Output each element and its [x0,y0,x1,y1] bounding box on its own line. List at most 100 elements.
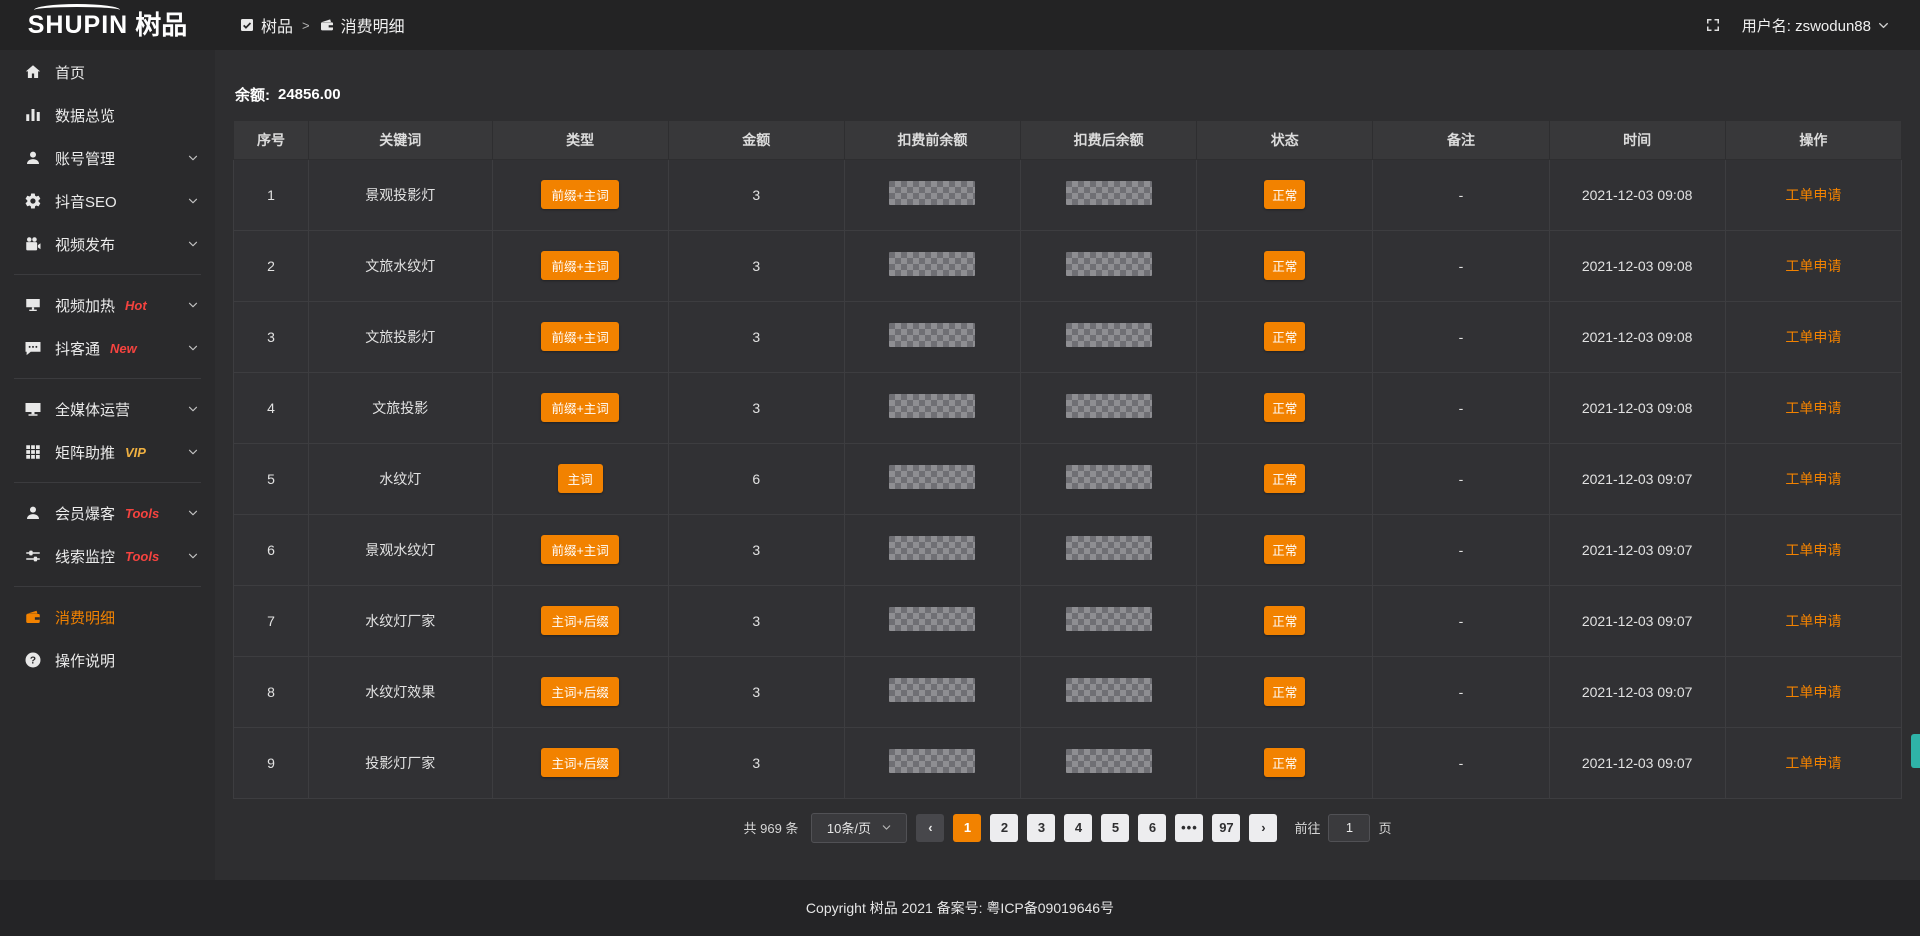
cell-action: 工单申请 [1725,301,1901,372]
work-order-link[interactable]: 工单申请 [1785,258,1841,274]
footer: Copyright 树品 2021 备案号: 粤ICP备09019646号 [0,880,1920,936]
cell-keyword: 景观水纹灯 [309,514,492,585]
work-order-link[interactable]: 工单申请 [1785,542,1841,558]
sidebar-item-home[interactable]: 首页 [0,52,215,92]
table-row: 8 水纹灯效果 主词+后缀 3 正常 - 2021-12-03 09:07 工单… [234,656,1902,727]
cell-balance-after [1021,443,1197,514]
sidebar-item-operation-guide[interactable]: ? 操作说明 [0,640,215,680]
sidebar-item-video-publish[interactable]: 视频发布 [0,224,215,264]
table-row: 7 水纹灯厂家 主词+后缀 3 正常 - 2021-12-03 09:07 工单… [234,585,1902,656]
column-header: 状态 [1197,121,1373,159]
redacted-balance-before [889,252,975,276]
sidebar-item-label: 消费明细 [55,607,115,628]
next-page-button[interactable]: › [1249,814,1277,842]
cell-amount: 3 [668,514,844,585]
wallet-icon [24,608,42,626]
cell-type: 主词+后缀 [492,585,668,656]
sidebar-item-label: 抖音SEO [55,191,117,212]
username-label: 用户名: zswodun88 [1742,15,1871,36]
work-order-link[interactable]: 工单申请 [1785,471,1841,487]
cell-remark: - [1373,372,1549,443]
table-row: 4 文旅投影 前缀+主词 3 正常 - 2021-12-03 09:08 工单申… [234,372,1902,443]
work-order-link[interactable]: 工单申请 [1785,613,1841,629]
redacted-balance-before [889,678,975,702]
sidebar-item-tag: Tools [125,549,159,564]
sidebar-item-tag: VIP [125,445,146,460]
sidebar-item-label: 会员爆客 [55,503,115,524]
type-badge: 前缀+主词 [541,322,618,351]
page-button-5[interactable]: 5 [1101,814,1129,842]
grid-icon [24,443,42,461]
redacted-balance-after [1066,749,1152,773]
user-icon [24,149,42,167]
page-button-3[interactable]: 3 [1027,814,1055,842]
work-order-link[interactable]: 工单申请 [1785,329,1841,345]
screen-icon [24,296,42,314]
sidebar-divider [14,482,201,483]
work-order-link[interactable]: 工单申请 [1785,187,1841,203]
page-size-value: 10条/页 [827,818,871,837]
topbar: SHUPIN 树品 树品 > 消费明细 用户名: zswodun88 [0,0,1920,50]
sidebar: 首页 数据总览 账号管理 抖音SEO 视频发布 视频加热 Hot 抖客通 New… [0,50,215,936]
breadcrumb-item-current[interactable]: 消费明细 [319,13,405,37]
table-row: 1 景观投影灯 前缀+主词 3 正常 - 2021-12-03 09:08 工单… [234,159,1902,230]
sidebar-divider [14,378,201,379]
cell-balance-after [1021,230,1197,301]
prev-page-button[interactable]: ‹ [916,814,944,842]
work-order-link[interactable]: 工单申请 [1785,400,1841,416]
sidebar-item-label: 视频发布 [55,234,115,255]
cell-status: 正常 [1197,443,1373,514]
cell-status: 正常 [1197,230,1373,301]
app-square-icon [239,17,255,33]
table-row: 5 水纹灯 主词 6 正常 - 2021-12-03 09:07 工单申请 [234,443,1902,514]
more-pages-button[interactable]: ••• [1175,814,1203,842]
breadcrumb-item-home[interactable]: 树品 [239,13,293,37]
app-logo[interactable]: SHUPIN 树品 [0,12,215,38]
status-badge: 正常 [1264,606,1305,635]
cell-time: 2021-12-03 09:08 [1549,230,1725,301]
page-button-6[interactable]: 6 [1138,814,1166,842]
monitor-icon [24,400,42,418]
fullscreen-icon[interactable] [1704,16,1722,34]
redacted-balance-after [1066,323,1152,347]
cell-balance-before [844,727,1020,798]
sidebar-item-douketong[interactable]: 抖客通 New [0,328,215,368]
page-button-2[interactable]: 2 [990,814,1018,842]
work-order-link[interactable]: 工单申请 [1785,684,1841,700]
table-row: 3 文旅投影灯 前缀+主词 3 正常 - 2021-12-03 09:08 工单… [234,301,1902,372]
sidebar-menu: 首页 数据总览 账号管理 抖音SEO 视频发布 视频加热 Hot 抖客通 New… [0,52,215,680]
page-button-97[interactable]: 97 [1212,814,1240,842]
sidebar-item-douyin-seo[interactable]: 抖音SEO [0,181,215,221]
sidebar-item-consumption-details[interactable]: 消费明细 [0,597,215,637]
sidebar-item-lead-monitoring[interactable]: 线索监控 Tools [0,536,215,576]
cell-amount: 3 [668,230,844,301]
status-badge: 正常 [1264,180,1305,209]
consumption-table: 序号关键词类型金额扣费前余额扣费后余额状态备注时间操作 1 景观投影灯 前缀+主… [233,121,1902,799]
column-header: 序号 [234,121,309,159]
cell-amount: 3 [668,727,844,798]
chevron-down-icon [187,299,199,311]
page-button-4[interactable]: 4 [1064,814,1092,842]
user-menu[interactable]: 用户名: zswodun88 [1742,15,1890,36]
sidebar-item-video-heating[interactable]: 视频加热 Hot [0,285,215,325]
goto-page-input[interactable] [1328,814,1370,842]
chevron-down-icon [187,403,199,415]
work-order-link[interactable]: 工单申请 [1785,755,1841,771]
sidebar-item-data-overview[interactable]: 数据总览 [0,95,215,135]
cell-type: 前缀+主词 [492,301,668,372]
sidebar-item-member-baoke[interactable]: 会员爆客 Tools [0,493,215,533]
cell-status: 正常 [1197,372,1373,443]
redacted-balance-after [1066,536,1152,560]
sidebar-item-label: 抖客通 [55,338,100,359]
video-camera-icon [24,235,42,253]
logo-text-en: SHUPIN [28,13,128,38]
redacted-balance-after [1066,181,1152,205]
sidebar-item-matrix-boost[interactable]: 矩阵助推 VIP [0,432,215,472]
page-size-select[interactable]: 10条/页 [811,813,907,843]
page-button-1[interactable]: 1 [953,814,981,842]
cell-index: 5 [234,443,309,514]
sidebar-item-account-management[interactable]: 账号管理 [0,138,215,178]
status-badge: 正常 [1264,251,1305,280]
floating-widget-handle[interactable] [1911,734,1920,768]
sidebar-item-all-media-operation[interactable]: 全媒体运营 [0,389,215,429]
